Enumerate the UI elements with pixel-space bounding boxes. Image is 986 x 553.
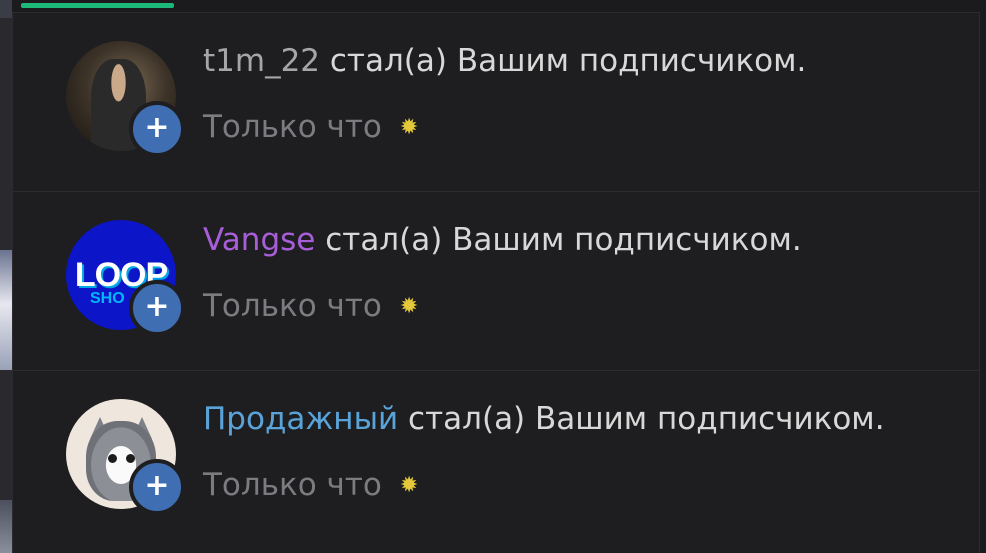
username-link[interactable]: t1m_22 [203, 43, 320, 79]
follow-back-button[interactable]: + [129, 280, 185, 336]
new-indicator-icon: ✹ [399, 115, 419, 140]
follow-back-button[interactable]: + [129, 459, 185, 515]
notification-message: стал(а) Вашим подписчиком. [398, 401, 885, 437]
username-link[interactable]: Продажный [203, 401, 398, 437]
loop-logo-subtext: SHO [90, 290, 125, 307]
avatar-container[interactable]: LOOP SHO + [66, 220, 186, 340]
kitten-eye [126, 454, 135, 463]
background-strip [0, 0, 12, 553]
username-link[interactable]: Vangse [203, 222, 315, 258]
new-indicator-icon: ✹ [399, 473, 419, 498]
notification-item[interactable]: + t1m_22 стал(а) Вашим подписчиком. Толь… [13, 13, 979, 192]
notifications-panel: + t1m_22 стал(а) Вашим подписчиком. Толь… [12, 12, 980, 553]
notification-time: Только что [203, 467, 382, 503]
active-tab-indicator [21, 3, 174, 8]
avatar-container[interactable]: + [66, 399, 186, 519]
notification-time-row: Только что ✹ [203, 467, 418, 503]
notification-text: Продажный стал(а) Вашим подписчиком. [203, 401, 885, 437]
notification-item[interactable]: + Продажный стал(а) Вашим подписчиком. Т… [13, 371, 979, 549]
notification-time: Только что [203, 109, 382, 145]
background-thumbnail [0, 0, 12, 18]
notification-item[interactable]: LOOP SHO + Vangse стал(а) Вашим подписчи… [13, 192, 979, 371]
notification-time-row: Только что ✹ [203, 288, 418, 324]
kitten-eye [108, 454, 117, 463]
follow-back-button[interactable]: + [129, 101, 185, 157]
background-thumbnail [0, 500, 12, 553]
notification-text: t1m_22 стал(а) Вашим подписчиком. [203, 43, 806, 79]
notifications-page: + t1m_22 стал(а) Вашим подписчиком. Толь… [0, 0, 986, 553]
avatar-container[interactable]: + [66, 41, 186, 161]
notification-text: Vangse стал(а) Вашим подписчиком. [203, 222, 802, 258]
background-thumbnail [0, 250, 12, 370]
notification-time-row: Только что ✹ [203, 109, 418, 145]
notification-message: стал(а) Вашим подписчиком. [320, 43, 807, 79]
new-indicator-icon: ✹ [399, 294, 419, 319]
notification-message: стал(а) Вашим подписчиком. [315, 222, 802, 258]
notification-time: Только что [203, 288, 382, 324]
